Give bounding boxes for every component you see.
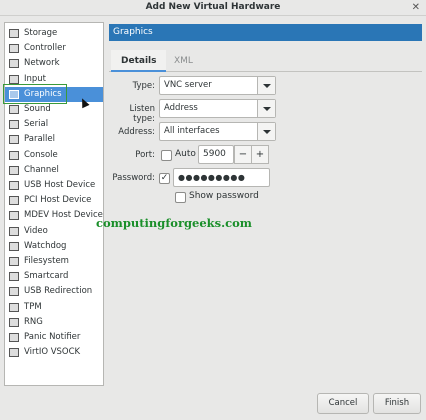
password-checkbox[interactable]: ✓ <box>159 173 170 184</box>
sidebar-item-label: Console <box>24 149 58 160</box>
panel-header: Graphics <box>109 24 422 41</box>
cancel-button[interactable]: Cancel <box>317 393 369 414</box>
chevron-down-icon <box>257 77 275 94</box>
password-label: Password: <box>112 173 155 183</box>
sidebar-item[interactable]: Network <box>5 56 103 71</box>
network-icon <box>9 59 19 69</box>
selection-focus-ring <box>3 84 67 104</box>
sidebar-item[interactable]: VirtIO VSOCK <box>5 345 103 360</box>
sidebar-item[interactable]: Channel <box>5 163 103 178</box>
sidebar-item-label: Storage <box>24 28 58 38</box>
sidebar-item[interactable]: Filesystem <box>5 254 103 269</box>
show-password-checkbox[interactable] <box>175 192 186 203</box>
sidebar-item[interactable]: PCI Host Device <box>5 193 103 208</box>
tab-xml[interactable]: XML <box>164 50 203 72</box>
window-title: Add New Virtual Hardware <box>145 2 281 12</box>
pci-icon <box>9 196 19 206</box>
port-input[interactable]: 5900 <box>198 145 234 164</box>
sidebar-item[interactable]: Smartcard <box>5 269 103 284</box>
console-icon <box>9 150 19 160</box>
sidebar-item[interactable]: Video <box>5 224 103 239</box>
sidebar-item-label: USB Redirection <box>24 286 93 297</box>
type-label: Type: <box>132 81 155 91</box>
storage-icon <box>9 29 19 38</box>
show-password-label: Show password <box>189 191 259 201</box>
sidebar-item-label: Input <box>24 73 47 84</box>
address-value: All interfaces <box>164 126 220 136</box>
sidebar-item[interactable]: RNG <box>5 315 103 330</box>
sidebar-item[interactable]: USB Redirection <box>5 284 103 299</box>
sidebar-item[interactable]: Panic Notifier <box>5 330 103 345</box>
sidebar-item[interactable]: Watchdog <box>5 239 103 254</box>
sidebar-item[interactable]: Parallel <box>5 132 103 147</box>
sidebar-item[interactable]: Serial <box>5 117 103 132</box>
sidebar-item-label: Watchdog <box>24 240 67 251</box>
port-auto-label: Auto <box>175 149 196 159</box>
listen-type-select[interactable]: Address <box>159 99 276 118</box>
input-icon <box>9 74 19 84</box>
vsock-icon <box>9 348 19 358</box>
chevron-down-icon <box>257 100 275 117</box>
sidebar-item-label: Serial <box>24 119 49 130</box>
port-label: Port: <box>135 150 155 160</box>
chevron-down-icon <box>257 123 275 140</box>
filesystem-icon <box>9 257 19 266</box>
sound-icon <box>9 105 19 114</box>
smartcard-icon <box>9 272 19 282</box>
port-increment-button[interactable]: + <box>251 145 269 164</box>
parallel-icon <box>9 135 19 145</box>
watchdog-icon <box>9 241 19 251</box>
sidebar-item[interactable]: Storage <box>5 26 103 41</box>
sidebar-item-label: Video <box>24 225 48 236</box>
sidebar-item-label: USB Host Device <box>24 180 96 190</box>
sidebar-item[interactable]: Controller <box>5 41 103 56</box>
window-titlebar: Add New Virtual Hardware ✕ <box>0 0 426 16</box>
address-label: Address: <box>118 127 155 137</box>
sidebar-item[interactable]: Console <box>5 148 103 163</box>
sidebar-item-label: MDEV Host Device <box>24 210 103 221</box>
finish-button[interactable]: Finish <box>373 393 421 414</box>
listen-type-value: Address <box>164 103 198 113</box>
port-auto-checkbox[interactable] <box>161 150 172 161</box>
sidebar-item-label: Parallel <box>24 134 55 145</box>
sidebar-item-label: Channel <box>24 164 59 175</box>
tab-details[interactable]: Details <box>111 50 167 72</box>
channel-icon <box>9 165 19 175</box>
sidebar-item-label: RNG <box>24 316 43 327</box>
listen-type-label: Listen type: <box>129 104 155 124</box>
video-icon <box>9 226 19 236</box>
rng-icon <box>9 317 19 327</box>
sidebar-item-label: TPM <box>24 301 42 312</box>
controller-icon <box>9 44 19 54</box>
tab-bar: Details XML <box>109 50 422 72</box>
hardware-type-list[interactable]: Storage Controller Network Input Graphics Sou… <box>4 22 104 386</box>
sidebar-item-label: Network <box>24 58 60 69</box>
sidebar-item[interactable]: USB Host Device <box>5 178 103 193</box>
sidebar-item-label: Panic Notifier <box>24 332 81 342</box>
sidebar-item[interactable]: MDEV Host Device <box>5 208 103 223</box>
sidebar-item-label: VirtIO VSOCK <box>24 347 81 358</box>
sidebar-item-label: PCI Host Device <box>24 195 92 206</box>
type-value: VNC server <box>164 80 212 90</box>
serial-icon <box>9 120 19 130</box>
sidebar-item-label: Filesystem <box>24 256 69 266</box>
password-input[interactable]: ●●●●●●●●● <box>173 168 270 187</box>
tpm-icon <box>9 302 19 312</box>
sidebar-item-label: Controller <box>24 43 66 54</box>
close-icon[interactable]: ✕ <box>412 0 420 15</box>
usb-icon <box>9 181 19 190</box>
sidebar-item-label: Smartcard <box>24 271 69 282</box>
watermark-text: computingforgeeks.com <box>96 216 252 230</box>
port-decrement-button[interactable]: − <box>234 145 252 164</box>
address-select[interactable]: All interfaces <box>159 122 276 141</box>
usb-redirection-icon <box>9 287 19 297</box>
sidebar-item-label: Sound <box>24 104 51 114</box>
sidebar-item[interactable]: TPM <box>5 300 103 315</box>
type-select[interactable]: VNC server <box>159 76 276 95</box>
mdev-icon <box>9 211 19 221</box>
panic-notifier-icon <box>9 333 19 342</box>
